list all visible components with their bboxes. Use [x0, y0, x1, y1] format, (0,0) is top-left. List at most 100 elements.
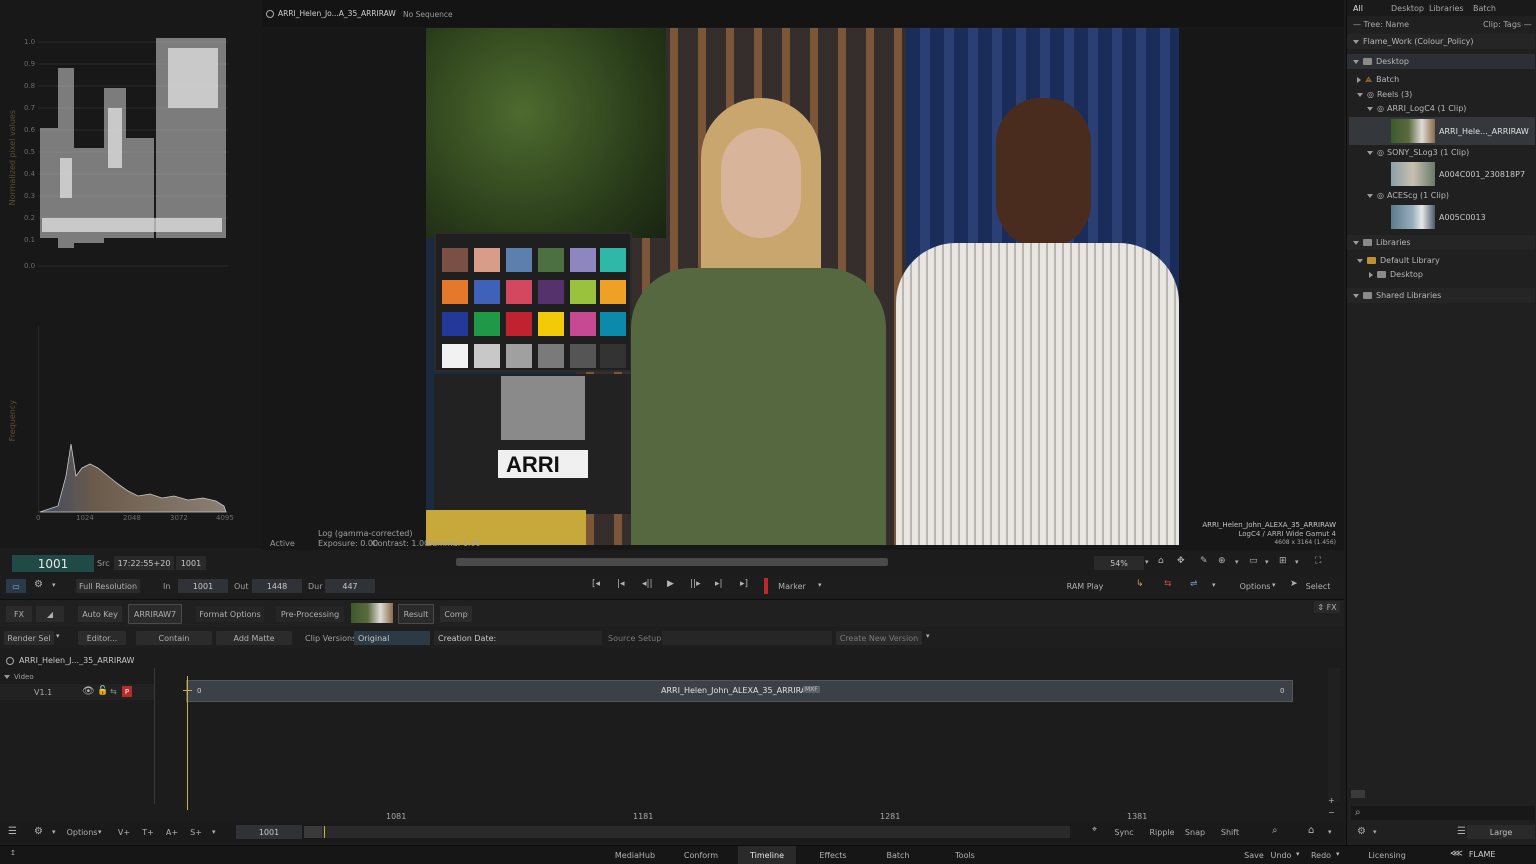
in-field[interactable]: 1001 [178, 579, 228, 593]
record-marker[interactable] [764, 578, 768, 594]
licensing-button[interactable]: Licensing [1362, 846, 1412, 864]
tab-libraries[interactable]: Libraries [1429, 4, 1464, 13]
target-icon[interactable]: ⌖ [1092, 825, 1097, 835]
add-title-track-button[interactable]: T+ [138, 825, 158, 839]
tab-desktop[interactable]: Desktop [1391, 4, 1424, 13]
chevron-down-icon[interactable]: ▾ [1212, 581, 1216, 589]
result-node[interactable]: Result [398, 604, 434, 624]
gear-icon[interactable]: ⚙ [34, 579, 43, 590]
redo-button[interactable]: Redo [1306, 846, 1336, 864]
chevron-down-icon[interactable]: ▾ [98, 828, 102, 836]
video-section[interactable]: Video [4, 673, 34, 681]
tab-timeline[interactable]: Timeline [738, 846, 796, 864]
add-video-track-button[interactable]: V+ [114, 825, 134, 839]
tree-sort-label[interactable]: — Tree: Name [1353, 20, 1409, 29]
chevron-down-icon[interactable]: ▾ [1336, 850, 1340, 858]
media-search-input[interactable]: ⌕ [1351, 806, 1535, 820]
tree-reel-arri[interactable]: ◎ ARRI_LogC4 (1 Clip) [1347, 101, 1535, 116]
step-back-icon[interactable]: ◂|| [642, 579, 653, 589]
timeline-segment[interactable]: 0 ARRI_Helen_John_ALEXA_35_ARRIRAW MXF 0 [186, 680, 1293, 702]
add-subtitle-track-button[interactable]: S+ [186, 825, 206, 839]
timeline-scroll-thumb[interactable] [304, 826, 322, 838]
fx-toggle-button[interactable]: ⇕ FX [1314, 601, 1340, 613]
fullscreen-icon[interactable]: ⛶ [1315, 556, 1321, 566]
tree-reels[interactable]: ◎ Reels (3) [1347, 87, 1535, 102]
fx-button[interactable]: FX [6, 606, 32, 622]
add-view-icon[interactable]: ⊞ [1279, 556, 1287, 566]
tree-library-desktop[interactable]: Desktop [1347, 267, 1535, 282]
marker-button[interactable]: Marker [772, 579, 812, 593]
chevron-down-icon[interactable]: ▾ [1265, 558, 1269, 566]
shift-button[interactable]: Shift [1214, 825, 1246, 839]
tree-batch[interactable]: ⟁ Batch [1347, 72, 1535, 87]
chevron-down-icon[interactable]: ▾ [52, 581, 56, 589]
format-options-node[interactable]: Format Options [196, 606, 264, 622]
list-view-icon[interactable]: ☰ [1457, 826, 1466, 837]
chevron-down-icon[interactable]: ▾ [1296, 850, 1300, 858]
options-button[interactable]: Options [1236, 579, 1274, 593]
timeline-playhead[interactable] [187, 676, 188, 810]
tab-mediahub[interactable]: MediaHub [612, 846, 658, 864]
viewer-image[interactable]: ARRI [426, 28, 1179, 545]
src-timecode[interactable]: 17:22:55+20 [114, 556, 174, 570]
arriraw-node[interactable]: ARRIRAW7 [128, 604, 182, 624]
chevron-down-icon[interactable]: ▾ [1295, 558, 1299, 566]
cursor-icon[interactable]: ➤ [1290, 579, 1298, 589]
snap-button[interactable]: Snap [1180, 825, 1210, 839]
auto-key-button[interactable]: Auto Key [78, 606, 122, 622]
editor-button[interactable]: Editor... [78, 631, 126, 645]
tab-batch[interactable]: Batch [1473, 4, 1496, 13]
timeline-frame-field[interactable]: 1001 [236, 825, 302, 839]
tab-batch[interactable]: Batch [880, 846, 916, 864]
tab-clip[interactable]: ARRI_Helen_Jo...A_35_ARRIRAW [266, 9, 396, 18]
ripple-button[interactable]: Ripple [1146, 825, 1178, 839]
chevron-down-icon[interactable]: ▾ [1373, 828, 1377, 836]
replace-icon[interactable]: ⇌ [1190, 579, 1198, 589]
clip-row-sony[interactable]: A004C001_230818P7 [1349, 161, 1535, 187]
timeline-panel[interactable] [0, 650, 1344, 822]
chevron-down-icon[interactable]: ▾ [926, 632, 930, 640]
thumbnail-size-select[interactable]: Large [1467, 825, 1535, 839]
contain-button[interactable]: Contain [136, 631, 212, 645]
chevron-down-icon[interactable]: ▾ [212, 828, 216, 836]
next-clip-icon[interactable]: ▸| [715, 579, 723, 589]
undo-button[interactable]: Undo [1266, 846, 1296, 864]
viewer-panel[interactable]: ARRI_Helen_Jo...A_35_ARRIRAW No Sequence [262, 0, 1344, 550]
timeline-vscroll[interactable] [1328, 668, 1340, 802]
ram-play-button[interactable]: RAM Play [1062, 579, 1108, 593]
tab-effects[interactable]: Effects [812, 846, 854, 864]
source-setup-field[interactable] [662, 631, 832, 645]
src-frame[interactable]: 1001 [176, 556, 206, 570]
zoom-in-icon[interactable]: + [1328, 796, 1335, 805]
view-mode-icon[interactable]: ▭ [6, 579, 26, 593]
tree-reel-aces[interactable]: ◎ ACEScg (1 Clip) [1347, 188, 1535, 203]
tab-tools[interactable]: Tools [948, 846, 982, 864]
tab-sequence[interactable]: No Sequence [403, 10, 453, 19]
zoom-out-icon[interactable]: − [1328, 808, 1335, 817]
go-to-out-icon[interactable]: ▸] [740, 579, 748, 589]
create-new-version-button[interactable]: Create New Version [836, 631, 922, 645]
move-icon[interactable]: ✥ [1177, 556, 1185, 566]
prev-clip-icon[interactable]: |◂ [617, 579, 625, 589]
tree-libraries[interactable]: Libraries [1347, 235, 1535, 250]
zoom-level[interactable]: 54% [1094, 556, 1144, 570]
resolution-button[interactable]: Full Resolution [76, 579, 140, 593]
expand-up-icon[interactable]: ↥ [10, 849, 16, 857]
select-button[interactable]: Select [1302, 579, 1334, 593]
tree-project[interactable]: Flame_Work (Colour_Policy) [1347, 34, 1535, 49]
comp-node[interactable]: Comp [440, 606, 472, 622]
go-to-in-icon[interactable]: [◂ [592, 579, 600, 589]
chevron-down-icon[interactable]: ▾ [1235, 558, 1239, 566]
clip-row-aces[interactable]: A005C0013 [1349, 204, 1535, 230]
viewer-scrubber[interactable] [456, 558, 888, 566]
clip-tags-label[interactable]: Clip: Tags — [1483, 20, 1532, 29]
clip-versions-select[interactable]: Original [354, 631, 430, 645]
timeline-options-button[interactable]: Options [64, 825, 100, 839]
display-icon[interactable]: ▭ [1249, 556, 1258, 566]
layout-icon[interactable]: ☰ [8, 826, 17, 837]
play-icon[interactable]: ▶ [667, 579, 674, 589]
media-panel[interactable]: All Desktop Libraries Batch — Tree: Name… [1346, 0, 1536, 845]
frame-counter[interactable]: 1001 [12, 555, 94, 572]
overwrite-icon[interactable]: ⇆ [1164, 579, 1172, 589]
track-header[interactable]: V1.1 👁 🔓 ⇆ P [0, 684, 154, 700]
